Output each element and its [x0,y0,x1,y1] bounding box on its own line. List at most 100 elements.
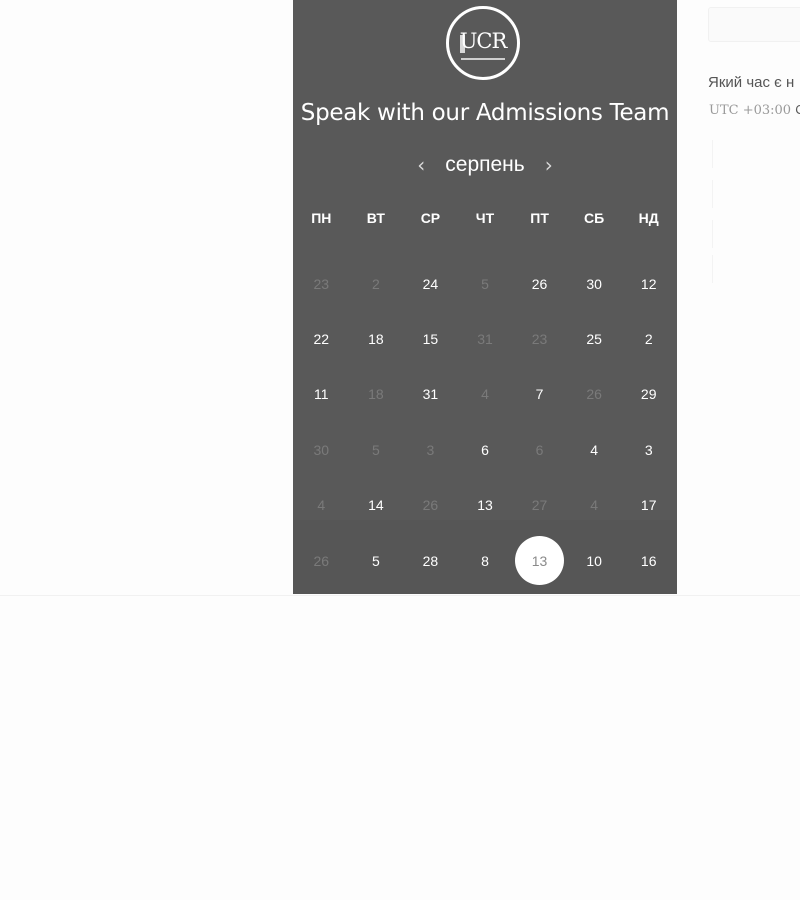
calendar-day: 31 [458,311,513,366]
calendar-day[interactable]: 22 [294,311,349,366]
calendar-day-number: 4 [590,497,599,514]
time-slot[interactable] [712,140,800,168]
calendar-day: 5 [349,422,404,477]
calendar-day: 26 [403,478,458,533]
calendar-day[interactable]: 26 [512,256,567,311]
calendar-day-number: 23 [531,331,548,348]
calendar-day-number: 31 [422,386,439,403]
calendar-day[interactable]: 31 [403,367,458,422]
calendar-day-number: 18 [368,386,384,403]
calendar-day[interactable]: 4 [567,422,622,477]
calendar-day[interactable]: 25 [567,311,622,366]
calendar-day-number: 3 [426,441,435,458]
time-question: Який час є н [708,74,795,91]
calendar-day[interactable]: 5 [349,533,404,588]
calendar-day: 30 [294,422,349,477]
calendar-day[interactable]: 8 [458,533,513,588]
calendar-day[interactable]: 18 [349,311,404,366]
calendar-day[interactable]: 14 [349,478,404,533]
calendar-day-number: 12 [640,275,657,292]
calendar-day-number: 2 [644,331,653,348]
timezone-offset: UTC +03:00 [709,103,792,118]
calendar-day[interactable]: 11 [294,367,349,422]
weekday-header: ПН ВТ СР ЧТ ПТ СБ НД [294,210,676,226]
weekday-label: ВТ [366,210,385,226]
month-label: серпень [445,153,525,176]
calendar-day[interactable]: 13 [458,478,513,533]
calendar-day: 23 [294,256,349,311]
calendar-day: 26 [294,533,349,588]
calendar-day: 18 [349,367,404,422]
calendar-day-number: 5 [371,552,380,569]
calendar-day-number: 28 [422,552,439,569]
calendar-day-number: 22 [313,331,330,348]
calendar-day[interactable]: 7 [512,367,567,422]
calendar-day[interactable]: 29 [621,367,676,422]
calendar-day-number: 4 [481,386,489,403]
logo-text: UCR [459,29,508,53]
booking-page: UCR Speak with our Admissions Team ‹ сер… [0,0,800,900]
calendar-day-number: 2 [371,275,380,292]
calendar-day-number: 5 [481,275,489,292]
calendar-day: 26 [567,367,622,422]
calendar-day: 23 [512,311,567,366]
calendar-day-number: 30 [313,441,330,458]
chevron-right-icon[interactable]: › [537,153,561,177]
calendar-grid: 23 2 24 5 26 30 12 22 18 15 31 23 25 2 11 18 31 4 7 26 29 30 5… [294,256,676,588]
calendar-day: 4 [294,478,349,533]
weekday-label: СР [420,210,441,226]
calendar-day-number: 26 [422,497,439,514]
calendar-day-number: 18 [368,331,384,348]
calendar-day[interactable]: 3 [621,422,676,477]
calendar-day-selected[interactable]: 13 [512,533,567,588]
calendar-day-number: 26 [313,552,330,569]
calendar-day[interactable]: 10 [567,533,622,588]
top-field[interactable] [708,7,800,42]
calendar-day: 27 [512,478,567,533]
calendar-day: 4 [458,367,513,422]
calendar-day-number: 13 [515,536,565,586]
time-slot[interactable] [712,220,800,248]
calendar-day-number: 31 [477,331,493,348]
calendar-day-number: 23 [313,275,330,292]
calendar-day-number: 10 [586,552,602,569]
calendar-day-number: 29 [640,386,657,403]
calendar-day[interactable]: 15 [403,311,458,366]
calendar-day-number: 30 [586,275,602,292]
calendar-day[interactable]: 17 [621,478,676,533]
calendar-day-number: 3 [644,441,653,458]
month-navigator: ‹ серпень › [293,150,677,180]
calendar-day-number: 16 [640,552,657,569]
calendar-day-number: 14 [368,497,384,514]
calendar-day: 5 [458,256,513,311]
calendar-day[interactable]: 24 [403,256,458,311]
calendar-day-number: 5 [371,441,380,458]
weekday-label: ПТ [530,210,549,226]
calendar-day-number: 27 [531,497,548,514]
calendar-day-number: 7 [535,386,544,403]
calendar-day[interactable]: 6 [458,422,513,477]
calendar-day[interactable]: 12 [621,256,676,311]
calendar-day[interactable]: 28 [403,533,458,588]
calendar-day-number: 25 [586,331,602,348]
calendar-day-number: 24 [422,275,439,292]
calendar-day: 3 [403,422,458,477]
page-divider [0,595,800,596]
timezone-city: С [795,102,800,117]
time-slot[interactable] [712,255,800,283]
calendar-day-number: 15 [422,331,439,348]
calendar-day[interactable]: 30 [567,256,622,311]
ucr-logo: UCR [446,6,520,80]
calendar-day: 4 [567,478,622,533]
calendar-day-number: 26 [531,275,548,292]
chevron-left-icon[interactable]: ‹ [409,153,433,177]
calendar-day-number: 13 [477,497,493,514]
calendar-day[interactable]: 16 [621,533,676,588]
calendar-day-number: 26 [586,386,602,403]
calendar-day[interactable]: 2 [621,311,676,366]
timezone-label[interactable]: UTC +03:00 С [709,102,800,118]
calendar-day: 2 [349,256,404,311]
logo-subline [461,58,505,60]
calendar-day-number: 6 [481,441,489,458]
time-slot[interactable] [712,180,800,208]
